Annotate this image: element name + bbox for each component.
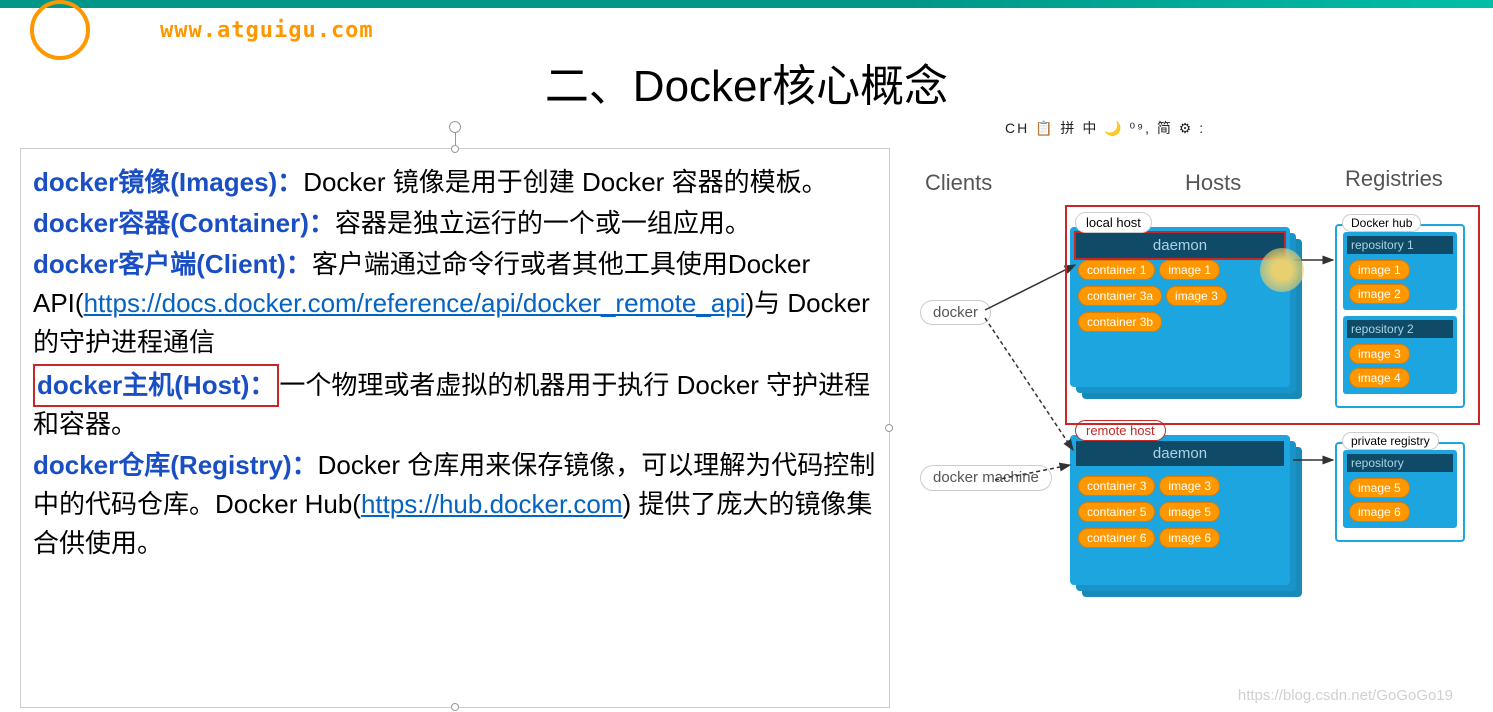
private-registry-label: private registry — [1342, 432, 1439, 450]
r-image-3: image 3 — [1159, 476, 1220, 496]
repository-2: repository 2 image 3 image 4 — [1343, 316, 1457, 394]
rotate-line — [455, 133, 456, 145]
container-3b: container 3b — [1078, 312, 1162, 332]
container-6: container 6 — [1078, 528, 1155, 548]
local-host-box: local host daemon container 1image 1 con… — [1070, 227, 1290, 387]
container-3: container 3 — [1078, 476, 1155, 496]
header-clients: Clients — [925, 170, 992, 196]
r-image-6: image 6 — [1159, 528, 1220, 548]
page-title: 二、Docker核心概念 — [0, 50, 1493, 114]
term-registry: docker仓库(Registry)： — [33, 450, 318, 480]
resize-handle-top[interactable] — [451, 145, 459, 153]
ime-toolbar[interactable]: CH 📋 拼 中 🌙 ⁰⁹, 简 ⚙ : — [1005, 118, 1205, 138]
local-host-label: local host — [1075, 212, 1152, 233]
def-images: docker镜像(Images)：Docker 镜像是用于创建 Docker 容… — [33, 163, 877, 202]
docker-hub-label: Docker hub — [1342, 214, 1421, 232]
definitions-textbox[interactable]: docker镜像(Images)：Docker 镜像是用于创建 Docker 容… — [20, 148, 890, 708]
resize-handle-bottom[interactable] — [451, 703, 459, 711]
link-docker-api[interactable]: https://docs.docker.com/reference/api/do… — [84, 288, 746, 318]
def-client: docker客户端(Client)：客户端通过命令行或者其他工具使用Docker… — [33, 245, 877, 362]
docker-hub-box: Docker hub repository 1 image 1 image 2 … — [1335, 224, 1465, 408]
header-registries: Registries — [1345, 166, 1443, 192]
link-docker-hub[interactable]: https://hub.docker.com — [361, 489, 623, 519]
r-image-5: image 5 — [1159, 502, 1220, 522]
watermark: https://blog.csdn.net/GoGoGo19 — [1238, 687, 1453, 704]
remote-daemon: daemon — [1076, 441, 1284, 466]
term-container: docker容器(Container)： — [33, 208, 335, 238]
client-docker-machine: docker machine — [920, 465, 1052, 491]
private-registry-box: private registry repository image 5 imag… — [1335, 442, 1465, 542]
highlight-circle-icon — [1260, 248, 1304, 292]
local-daemon: daemon — [1074, 231, 1286, 260]
highlighted-host-term: docker主机(Host)： — [33, 364, 279, 407]
rotate-handle-icon[interactable] — [449, 121, 461, 133]
term-host: docker主机(Host)： — [37, 370, 275, 400]
resize-handle-right[interactable] — [885, 424, 893, 432]
remote-host-box: remote host daemon container 3image 3 co… — [1070, 435, 1290, 585]
site-url: www.atguigu.com — [160, 18, 374, 43]
header-hosts: Hosts — [1185, 170, 1241, 196]
def-registry: docker仓库(Registry)：Docker 仓库用来保存镜像，可以理解为… — [33, 446, 877, 563]
def-host: docker主机(Host)：一个物理或者虚拟的机器用于执行 Docker 守护… — [33, 364, 877, 444]
def-container: docker容器(Container)：容器是独立运行的一个或一组应用。 — [33, 204, 877, 243]
container-3a: container 3a — [1078, 286, 1162, 306]
image-1: image 1 — [1159, 260, 1220, 280]
container-1: container 1 — [1078, 260, 1155, 280]
term-images: docker镜像(Images)： — [33, 167, 303, 197]
client-docker: docker — [920, 300, 991, 325]
remote-host-label: remote host — [1075, 420, 1166, 441]
repository-priv: repository image 5 image 6 — [1343, 450, 1457, 528]
image-3: image 3 — [1166, 286, 1227, 306]
term-client: docker客户端(Client)： — [33, 249, 312, 279]
container-5: container 5 — [1078, 502, 1155, 522]
repository-1: repository 1 image 1 image 2 — [1343, 232, 1457, 310]
